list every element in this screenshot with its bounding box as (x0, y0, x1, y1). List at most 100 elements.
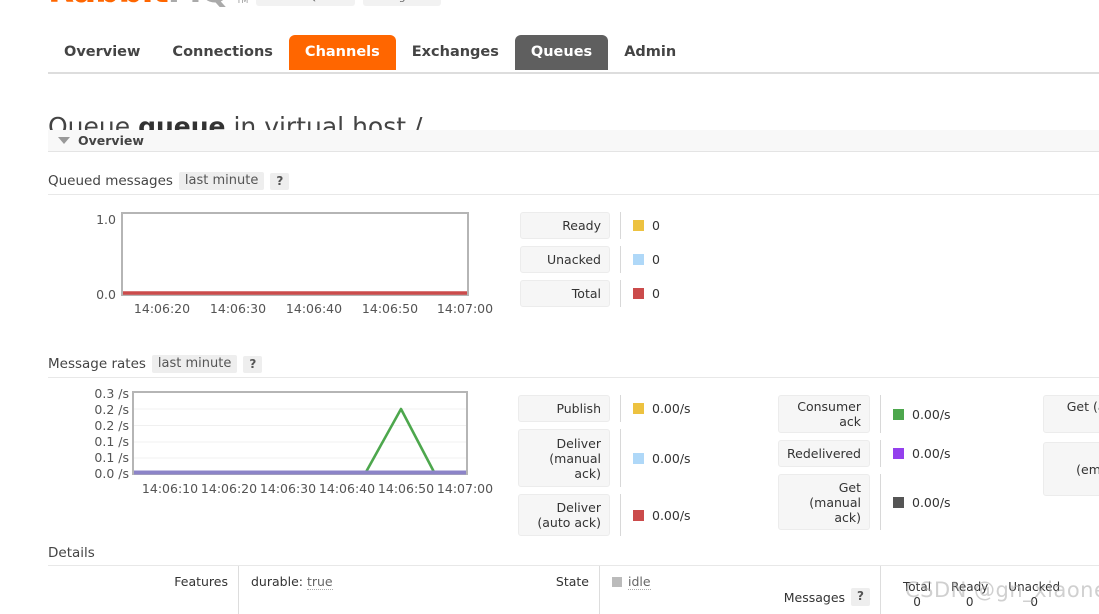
legend-value-consumer-ack-text: 0.00/s (912, 406, 951, 422)
swatch-unacked-icon (633, 254, 644, 265)
brand-logo[interactable]: RabbitMQ TM RabbitMQ 3.8.8 Erlang 21.3 (48, 0, 441, 8)
nav-tab-admin[interactable]: Admin (608, 35, 692, 70)
messages-col-total: Total 0 (893, 580, 941, 610)
legend-label-get-manual-ack[interactable]: Get (manual ack) (778, 474, 870, 530)
mr-xtick-3: 14:06:40 (319, 481, 375, 496)
messages-total-header: Total (903, 580, 932, 594)
overview-section-header[interactable]: Overview (48, 130, 1099, 152)
legend-label-publish[interactable]: Publish (518, 395, 610, 422)
details-section-label: Details (48, 545, 95, 561)
messages-help-icon[interactable]: ? (851, 588, 870, 606)
legend-value-redelivered-text: 0.00/s (912, 446, 951, 461)
legend-label-deliver-manual-ack[interactable]: Deliver (manual ack) (518, 429, 610, 487)
legend-row-deliver-manual-ack: Deliver (manual ack) 0.00/s (518, 429, 691, 487)
legend-label-consumer-ack[interactable]: Consumer ack (778, 395, 870, 433)
legend-divider (620, 212, 621, 239)
features-key-text: durable: (251, 574, 303, 589)
nav-tab-overview[interactable]: Overview (48, 35, 156, 70)
legend-value-deliver-manual-text: 0.00/s (652, 450, 691, 466)
legend-divider (880, 440, 881, 467)
legend-row-publish: Publish 0.00/s (518, 395, 691, 422)
mr-xtick-4: 14:06:50 (378, 481, 434, 496)
mr-ytick-2: 0.2 /s (94, 418, 129, 433)
swatch-total-icon (633, 288, 644, 299)
swatch-publish-icon (633, 403, 644, 414)
queued-messages-help-icon[interactable]: ? (270, 172, 290, 190)
state-indicator-icon (612, 577, 622, 587)
legend-divider (620, 429, 621, 487)
legend-label-redelivered[interactable]: Redelivered (778, 440, 870, 467)
logo-mq-text: MQ (168, 0, 230, 11)
qm-xtick-4: 14:07:00 (437, 301, 493, 316)
legend-label-get-auto-ack[interactable]: Get (auto ack) (1043, 395, 1099, 433)
legend-divider (880, 395, 881, 433)
mr-xtick-2: 14:06:30 (260, 481, 316, 496)
messages-total-value: 0 (913, 595, 921, 609)
overview-section-label: Overview (78, 133, 144, 148)
legend-label-unacked[interactable]: Unacked (520, 246, 610, 273)
nav-tab-channels[interactable]: Channels (288, 35, 396, 70)
legend-value-redelivered: 0.00/s (893, 446, 951, 461)
legend-value-get-manual-ack: 0.00/s (893, 495, 951, 510)
messages-col-unacked: Unacked 0 (998, 580, 1070, 610)
swatch-deliver-auto-icon (633, 509, 644, 521)
legend-label-total[interactable]: Total (520, 280, 610, 307)
queued-messages-title: Queued messages (48, 173, 173, 189)
swatch-consumer-ack-icon (893, 408, 904, 420)
legend-value-deliver-auto-text: 0.00/s (652, 507, 691, 523)
legend-label-empty[interactable]: (empty) (1043, 442, 1099, 496)
messages-ready-value: 0 (965, 595, 974, 609)
legend-value-unacked: 0 (633, 252, 660, 267)
qm-xtick-1: 14:06:30 (210, 301, 266, 316)
legend-value-publish: 0.00/s (633, 401, 691, 416)
message-rates-legend-col1: Publish 0.00/s Deliver (manual ack) 0.00… (518, 395, 691, 543)
state-label: State (555, 574, 589, 589)
legend-row-redelivered: Redelivered 0.00/s (778, 440, 951, 467)
queued-messages-chart-svg: 1.0 0.0 14:06:20 14:06:30 14:06:40 14:06… (96, 212, 493, 316)
details-row: Features durable: true State idle Messag… (48, 566, 1099, 614)
details-table: Features durable: true State idle Messag… (48, 566, 1099, 614)
legend-divider (620, 395, 621, 422)
mr-xtick-0: 14:06:10 (142, 481, 198, 496)
message-rates-legend-col2: Consumer ack 0.00/s Redelivered 0.00/s G… (778, 395, 951, 537)
swatch-redelivered-icon (893, 448, 904, 459)
message-rates-period-chip[interactable]: last minute (151, 355, 238, 373)
legend-value-deliver-auto-ack: 0.00/s (633, 508, 691, 523)
legend-divider (620, 494, 621, 536)
nav-tab-exchanges[interactable]: Exchanges (396, 35, 515, 70)
legend-value-unacked-text: 0 (652, 252, 660, 267)
mr-xtick-5: 14:07:00 (437, 481, 493, 496)
rabbitmq-version-badge: RabbitMQ 3.8.8 (256, 0, 356, 6)
chevron-down-icon (58, 137, 70, 144)
state-value: idle (600, 566, 790, 597)
legend-row-deliver-auto-ack: Deliver (auto ack) 0.00/s (518, 494, 691, 536)
legend-value-deliver-manual-ack: 0.00/s (633, 451, 691, 466)
messages-col-ready: Ready 0 (941, 580, 998, 610)
legend-divider (620, 280, 621, 307)
rabbitmq-management-page: RabbitMQ TM RabbitMQ 3.8.8 Erlang 21.3 O… (0, 0, 1099, 614)
mr-xtick-1: 14:06:20 (201, 481, 257, 496)
messages-ready-header: Ready (951, 580, 989, 594)
legend-row-unacked: Unacked 0 (520, 246, 660, 273)
mr-ytick-3: 0.1 /s (94, 434, 129, 449)
logo-rabbit-text: Rabbit (48, 0, 169, 11)
trademark-mark: TM (236, 0, 249, 5)
message-rates-header: Message rates last minute ? (48, 355, 1099, 378)
legend-row-ready: Ready 0 (520, 212, 660, 239)
message-rates-help-icon[interactable]: ? (243, 355, 263, 373)
queued-messages-header: Queued messages last minute ? (48, 172, 1099, 195)
logo-wordmark: RabbitMQ (48, 0, 230, 11)
message-rates-legend-col3: Get (auto ack) (empty) (1043, 395, 1099, 503)
nav-tab-queues[interactable]: Queues (514, 35, 609, 70)
legend-label-deliver-auto-ack[interactable]: Deliver (auto ack) (518, 494, 610, 536)
queued-messages-period-chip[interactable]: last minute (178, 172, 265, 190)
qm-ytick-bottom: 0.0 (96, 287, 116, 302)
legend-value-total: 0 (633, 286, 660, 301)
legend-value-ready-text: 0 (652, 218, 660, 233)
message-rates-chart-svg: 0.3 /s 0.2 /s 0.2 /s 0.1 /s 0.1 /s 0.0 /… (94, 387, 493, 496)
legend-label-ready[interactable]: Ready (520, 212, 610, 239)
qm-plot-frame (121, 212, 469, 296)
mr-ytick-1: 0.2 /s (94, 402, 129, 417)
swatch-ready-icon (633, 220, 644, 231)
nav-tab-connections[interactable]: Connections (156, 35, 289, 70)
